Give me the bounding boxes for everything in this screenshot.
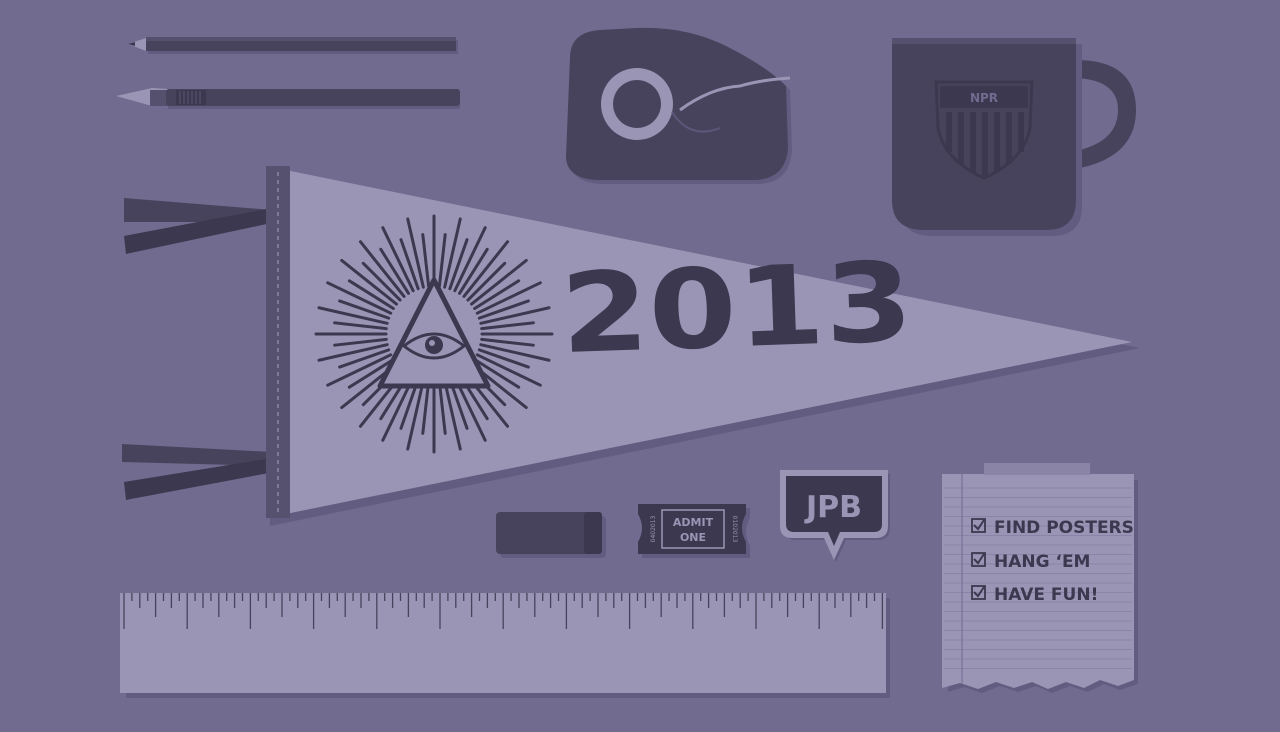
todo-item-text: HANG ‘EM	[994, 552, 1090, 572]
ticket-serial-right: 0102013	[731, 516, 738, 543]
pencil-icon	[128, 37, 458, 54]
notepad: FIND POSTERS HANG ‘EM HAVE FUN!	[942, 463, 1138, 693]
ticket-line-1: ADMIT	[673, 516, 714, 529]
admit-one-ticket: ADMIT ONE 0402013 0102013	[638, 504, 750, 558]
desk-illustration: NPR 2013 ADMIT ONE 0402013 0102013 JPB F…	[0, 0, 1280, 732]
todo-item: FIND POSTERS	[971, 518, 1134, 538]
craft-knife-icon	[116, 88, 460, 109]
todo-item-text: FIND POSTERS	[994, 518, 1134, 538]
ticket-serial-left: 0402013	[650, 515, 657, 542]
todo-item-text: HAVE FUN!	[994, 585, 1098, 605]
mug-badge-text: NPR	[970, 91, 998, 105]
ruler-icon	[120, 593, 890, 698]
eraser-icon	[496, 512, 606, 558]
patch-text: JPB	[804, 490, 862, 525]
ticket-line-2: ONE	[680, 531, 706, 544]
pennant-year: 2013	[559, 238, 915, 378]
